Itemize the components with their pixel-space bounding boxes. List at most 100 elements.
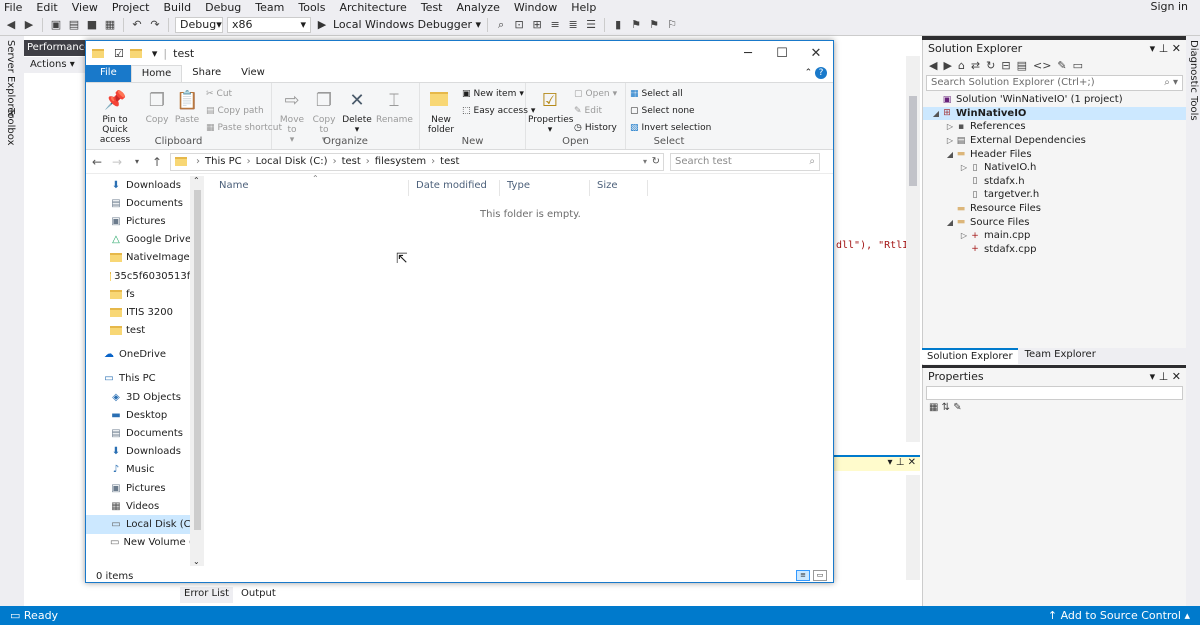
tree-item[interactable]: ▷ ▪ References — [923, 120, 1186, 134]
nav-item[interactable]: ▭ Local Disk (C:) — [86, 515, 203, 534]
large-icons-view-icon[interactable]: ▭ — [813, 570, 827, 581]
prev-bookmark-icon[interactable]: ⚑ — [629, 18, 643, 32]
menu-edit[interactable]: Edit — [36, 1, 57, 14]
tab-output[interactable]: Output — [237, 587, 280, 603]
code-view-icon[interactable]: <> — [1033, 59, 1051, 72]
invert-selection-button[interactable]: ▧ Invert selection — [630, 123, 711, 133]
nav-item[interactable]: ▭ This PC — [86, 370, 203, 388]
properties-object-select[interactable] — [926, 386, 1183, 400]
forward-arrow-icon[interactable]: → — [110, 155, 124, 169]
start-debug-icon[interactable]: ▶ — [315, 18, 329, 32]
menu-test[interactable]: Test — [421, 1, 443, 14]
sync-icon[interactable]: ⇄ — [971, 59, 980, 72]
performance-tab[interactable]: Performance E — [24, 40, 94, 56]
address-dropdown-icon[interactable]: ▾ — [643, 157, 647, 166]
nav-item[interactable]: ▬ Desktop — [86, 406, 203, 424]
properties-check-icon[interactable]: ☑ — [114, 47, 124, 60]
tree-item[interactable]: ◢ ⊞ WinNativeIO — [923, 106, 1186, 121]
nav-item[interactable]: △Google Drive📌 — [86, 231, 203, 249]
collapsed-icon[interactable]: ▷ — [959, 163, 969, 172]
tree-item[interactable]: ◢ ▬ Source Files — [923, 215, 1186, 229]
refresh-icon[interactable]: ↻ — [986, 59, 995, 72]
tree-item[interactable]: ▷ + main.cpp — [923, 229, 1186, 243]
nav-item[interactable]: ▦ Videos — [86, 497, 203, 515]
column-name[interactable]: Name — [212, 180, 409, 196]
property-pages-icon[interactable]: ✎ — [953, 402, 961, 413]
undo-icon[interactable]: ↶ — [130, 18, 144, 32]
pane-controls[interactable]: ▾ ⊥ ✕ — [1150, 370, 1181, 383]
scroll-up-icon[interactable]: ⌃ — [193, 176, 200, 185]
menu-file[interactable]: File — [4, 1, 22, 14]
collapse-ribbon-icon[interactable]: ⌃ — [805, 68, 813, 78]
breadcrumb-filesystem[interactable]: filesystem — [375, 156, 426, 167]
close-icon[interactable]: ✕ — [908, 457, 916, 468]
menu-view[interactable]: View — [72, 1, 98, 14]
copy-path-button[interactable]: ▤ Copy path — [206, 106, 264, 116]
breadcrumb-local-disk[interactable]: Local Disk (C:) — [256, 156, 328, 167]
tree-item[interactable]: ▣ Solution 'WinNativeIO' (1 project) — [923, 93, 1186, 107]
tree-item[interactable]: ▷ ▤ External Dependencies — [923, 134, 1186, 148]
back-icon[interactable]: ◀ — [929, 59, 937, 72]
scroll-thumb[interactable] — [194, 190, 201, 530]
open-button[interactable]: ▢ Open ▾ — [574, 89, 617, 99]
delete-button[interactable]: ✕ Delete ▾ — [342, 89, 372, 135]
tree-item[interactable]: + stdafx.cpp — [923, 243, 1186, 257]
sign-in-link[interactable]: Sign in — [1150, 0, 1188, 13]
tree-item[interactable]: ▯ stdafx.h — [923, 175, 1186, 189]
nav-item[interactable]: fs — [86, 285, 203, 303]
editor-scrollbar[interactable] — [906, 56, 920, 442]
nav-item[interactable]: NativeImages📌 — [86, 249, 203, 267]
server-explorer-tab[interactable]: Server Explorer — [5, 40, 16, 118]
preview-icon[interactable]: ▭ — [1073, 59, 1083, 72]
navigation-scrollbar[interactable]: ⌃ ⌄ — [190, 176, 204, 566]
select-none-button[interactable]: ▢ Select none — [630, 106, 695, 116]
expanded-icon[interactable]: ◢ — [945, 218, 955, 227]
nav-item[interactable]: ⬇ Downloads — [86, 443, 203, 461]
menu-help[interactable]: Help — [571, 1, 596, 14]
pane-controls[interactable]: ▾ ⊥ ✕ — [1150, 42, 1181, 55]
collapsed-icon[interactable]: ▷ — [959, 231, 969, 240]
properties-button[interactable]: ☑ Properties ▾ — [528, 89, 573, 135]
collapsed-icon[interactable]: ▷ — [945, 136, 955, 145]
new-folder-button[interactable]: New folder — [424, 89, 458, 135]
details-view-icon[interactable]: ≡ — [796, 570, 810, 581]
address-bar[interactable]: › This PC › Local Disk (C:) › test › filesy… — [170, 152, 664, 171]
menu-analyze[interactable]: Analyze — [457, 1, 500, 14]
show-files-icon[interactable]: ▤ — [1017, 59, 1027, 72]
nav-item[interactable]: ◈ 3D Objects — [86, 388, 203, 406]
tab-file[interactable]: File — [86, 65, 131, 82]
next-bookmark-icon[interactable]: ⚑ — [647, 18, 661, 32]
breakpoint-icon[interactable]: ⊡ — [512, 18, 526, 32]
scroll-down-icon[interactable]: ⌄ — [193, 557, 200, 566]
nav-item[interactable]: ▣ Pictures — [86, 479, 203, 497]
nav-item[interactable]: ▭ New Volume (D: — [86, 534, 203, 552]
properties-icon[interactable]: ✎ — [1057, 59, 1066, 72]
minimize-icon[interactable]: ─ — [731, 41, 765, 65]
menu-debug[interactable]: Debug — [205, 1, 241, 14]
nav-item[interactable]: ⬇Downloads📌 — [86, 176, 203, 194]
menu-window[interactable]: Window — [514, 1, 557, 14]
menu-build[interactable]: Build — [163, 1, 191, 14]
select-all-button[interactable]: ▦ Select all — [630, 89, 683, 99]
cut-button[interactable]: ✂ Cut — [206, 89, 232, 99]
clear-bookmarks-icon[interactable]: ⚐ — [665, 18, 679, 32]
search-input[interactable]: Search test ⌕ — [670, 152, 820, 171]
tab-error-list[interactable]: Error List — [180, 587, 234, 603]
nav-item[interactable]: ▤Documents📌 — [86, 194, 203, 212]
tab-share[interactable]: Share — [182, 65, 231, 82]
column-type[interactable]: Type — [500, 180, 590, 196]
solution-search-input[interactable]: Search Solution Explorer (Ctrl+;) ⌕ ▾ — [926, 75, 1183, 91]
redo-icon[interactable]: ↷ — [148, 18, 162, 32]
indent-icon[interactable]: ≡ — [548, 18, 562, 32]
history-button[interactable]: ◷ History — [574, 123, 617, 133]
tab-view[interactable]: View — [231, 65, 275, 82]
step-icon[interactable]: ⊞ — [530, 18, 544, 32]
menu-tools[interactable]: Tools — [298, 1, 325, 14]
edit-button[interactable]: ✎ Edit — [574, 106, 602, 116]
column-size[interactable]: Size — [590, 180, 648, 196]
menu-team[interactable]: Team — [255, 1, 284, 14]
copy-button[interactable]: ❐ Copy — [144, 89, 170, 125]
new-project-icon[interactable]: ▣ — [49, 18, 63, 32]
nav-item[interactable]: ☁ OneDrive — [86, 346, 203, 364]
rename-button[interactable]: ⌶ Rename — [376, 89, 413, 125]
